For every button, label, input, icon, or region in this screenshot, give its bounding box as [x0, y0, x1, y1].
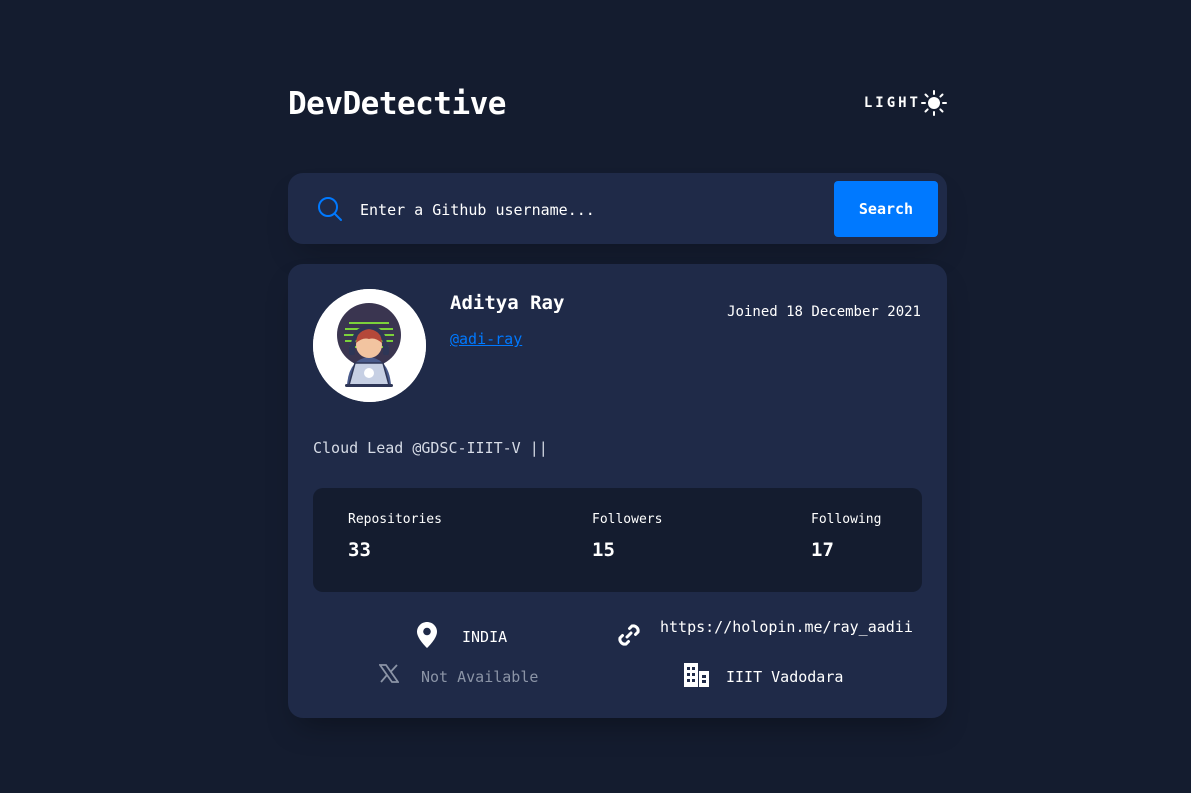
joined-date: Joined 18 December 2021 — [727, 304, 921, 320]
stat-label: Repositories — [348, 512, 442, 527]
header: DevDetective LIGHT — [288, 84, 947, 124]
avatar — [313, 289, 426, 402]
website-link[interactable]: https://holopin.me/ray_aadii — [660, 615, 926, 639]
user-login-link[interactable]: @adi-ray — [450, 330, 522, 348]
location-text: INDIA — [462, 628, 508, 646]
theme-toggle-label: LIGHT — [863, 95, 921, 111]
link-chain-icon — [618, 624, 640, 646]
stats-panel: Repositories 33 Followers 15 Following 1… — [313, 488, 922, 592]
stat-label: Following — [811, 512, 882, 527]
building-icon — [684, 663, 709, 687]
location-pin-icon — [417, 622, 437, 648]
theme-toggle[interactable]: LIGHT — [864, 90, 947, 116]
stat-following: Following 17 — [811, 512, 881, 561]
avatar-illustration — [313, 289, 426, 402]
search-button[interactable]: Search — [834, 181, 938, 237]
twitter-text: Not Available — [421, 668, 539, 686]
x-twitter-icon — [379, 664, 399, 683]
stat-label: Followers — [592, 512, 663, 527]
sun-icon — [921, 90, 947, 116]
stat-value: 15 — [592, 539, 615, 561]
profile-card: Aditya Ray @adi-ray Joined 18 December 2… — [288, 264, 947, 718]
search-bar: Search — [288, 173, 947, 244]
company-text: IIIT Vadodara — [726, 668, 844, 686]
user-bio: Cloud Lead @GDSC-IIIT-V || — [313, 439, 548, 457]
stat-followers: Followers 15 — [592, 512, 662, 561]
user-name: Aditya Ray — [450, 292, 565, 314]
app-title: DevDetective — [288, 86, 506, 122]
stat-repositories: Repositories 33 — [348, 512, 442, 561]
stat-value: 33 — [348, 539, 371, 561]
search-input[interactable] — [358, 191, 822, 229]
stat-value: 17 — [811, 539, 834, 561]
search-icon — [318, 197, 342, 221]
